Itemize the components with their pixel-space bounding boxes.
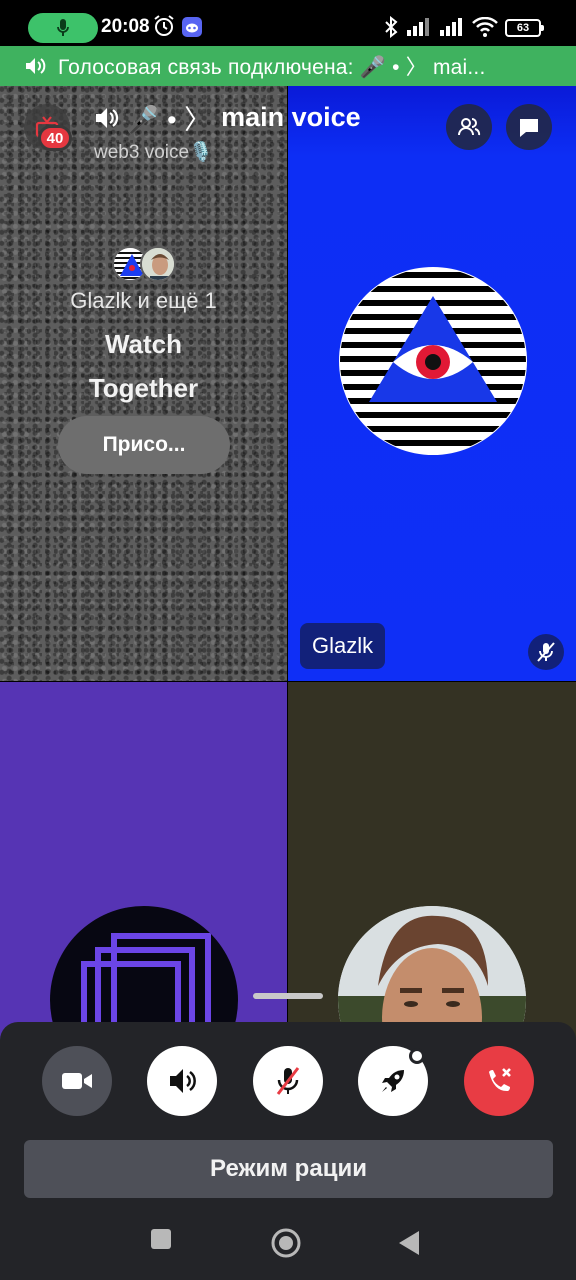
hang-up-icon (489, 1068, 511, 1092)
alarm-icon (154, 15, 174, 36)
activity-new-dot (409, 1048, 425, 1064)
mic-muted-icon (276, 1067, 300, 1095)
push-to-talk-button[interactable]: Режим рации (24, 1140, 553, 1198)
mic-muted-icon (537, 642, 555, 662)
notification-badge: 40 (38, 125, 72, 151)
server-name: web3 voice🎙️ (94, 142, 213, 163)
status-bar: 20:08 63 (0, 0, 576, 52)
wifi-icon (472, 17, 498, 37)
participant-name-tag: Glazlk (300, 623, 386, 669)
camera-button[interactable] (42, 1046, 112, 1116)
members-button[interactable] (446, 104, 492, 150)
avatar (140, 246, 176, 282)
speaker-button[interactable] (147, 1046, 217, 1116)
activity-title: Watch Together (0, 322, 287, 410)
discord-icon (182, 17, 202, 37)
back-triangle-icon (399, 1231, 419, 1255)
back-button[interactable] (398, 1230, 420, 1261)
square-icon (151, 1229, 171, 1249)
clock: 20:08 (101, 16, 150, 37)
channel-name: main voice (221, 102, 361, 132)
mute-button[interactable] (253, 1046, 323, 1116)
bluetooth-icon (385, 16, 398, 38)
recents-button[interactable] (150, 1228, 172, 1255)
channel-prefix: 🎤 • 〉 (126, 105, 212, 135)
speaker-icon (170, 1069, 196, 1093)
muted-indicator (528, 634, 564, 670)
channel-header[interactable]: 🎤 • 〉 main voice (94, 98, 361, 137)
signal-icon (407, 18, 429, 36)
chat-icon (520, 119, 538, 137)
voice-connected-banner[interactable]: Голосовая связь подключена: 🎤 • 〉 mai... (0, 46, 576, 86)
participant-avatar (339, 267, 527, 455)
activity-participants: Glazlk и ещё 1 (70, 288, 217, 313)
members-icon (458, 118, 481, 136)
home-circle-icon (271, 1228, 301, 1258)
video-camera-icon (62, 1073, 92, 1089)
activity-avatars (112, 246, 182, 284)
battery-icon: 63 (505, 19, 544, 37)
join-activity-button[interactable]: Присо... (58, 416, 230, 474)
banner-text: Голосовая связь подключена: 🎤 • 〉 mai... (58, 56, 486, 79)
disconnect-button[interactable] (464, 1046, 534, 1116)
chat-button[interactable] (506, 104, 552, 150)
mic-icon (57, 19, 69, 36)
rocket-icon (382, 1070, 404, 1092)
mic-active-indicator[interactable] (28, 13, 98, 43)
activity-title-text: Watch Together (88, 329, 199, 403)
speaker-icon (26, 58, 46, 74)
signal-icon (440, 18, 462, 36)
sheet-grab-handle[interactable] (253, 993, 323, 999)
speaker-icon (96, 107, 119, 128)
home-button[interactable] (271, 1228, 301, 1263)
